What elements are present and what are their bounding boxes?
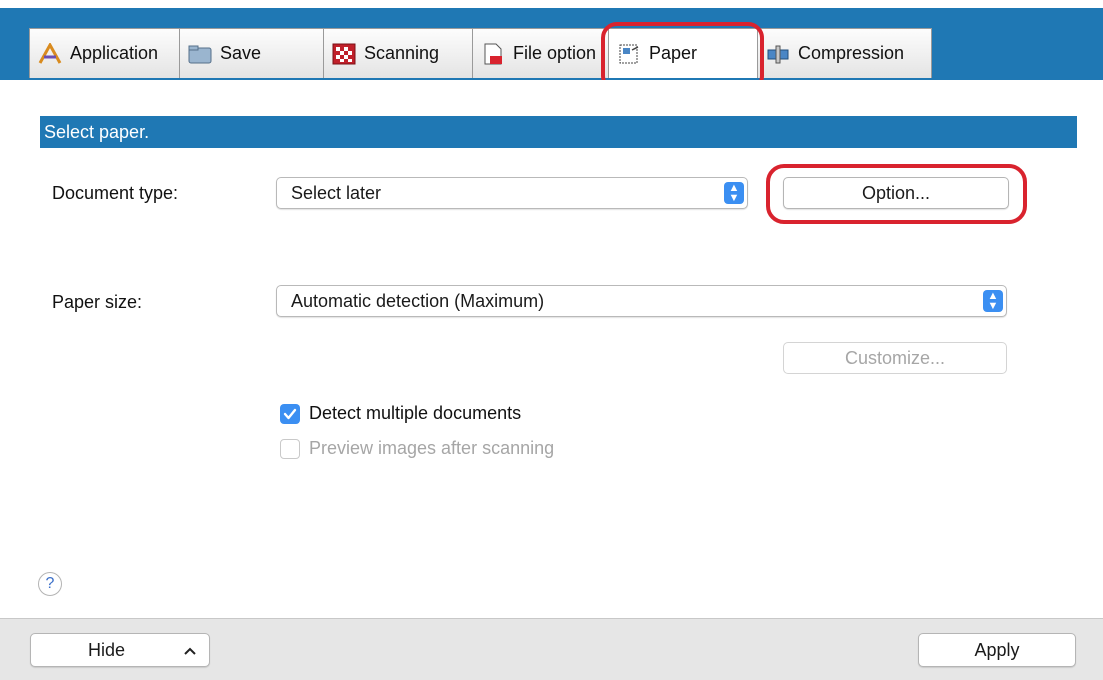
document-type-label: Document type: [52, 183, 179, 203]
pdf-file-icon [481, 43, 505, 65]
tab-file-option[interactable]: File option [472, 28, 609, 78]
application-icon [38, 41, 62, 65]
section-header: Select paper. [40, 116, 1077, 148]
document-type-value: Select later [291, 183, 382, 203]
option-button[interactable]: Option... [783, 177, 1009, 209]
paper-size-label: Paper size: [52, 292, 143, 312]
tab-application[interactable]: Application [29, 28, 180, 78]
folder-icon [188, 43, 212, 65]
tab-label: Paper [649, 43, 698, 63]
help-button[interactable]: ? [38, 572, 62, 596]
preview-images-label: Preview images after scanning [309, 438, 555, 458]
chevron-updown-icon: ▲ ▼ [983, 290, 1003, 312]
help-icon: ? [45, 575, 55, 592]
hide-button[interactable]: Hide [30, 633, 210, 667]
hide-button-label: Hide [88, 640, 126, 660]
customize-button[interactable]: Customize... [783, 342, 1007, 374]
tab-label: Save [220, 43, 262, 63]
tab-label: Scanning [364, 43, 440, 63]
tab-save[interactable]: Save [179, 28, 324, 78]
document-type-select[interactable]: Select later ▲ ▼ [276, 177, 748, 209]
tab-paper[interactable]: Paper [608, 28, 758, 78]
paper-size-select[interactable]: Automatic detection (Maximum) ▲ ▼ [276, 285, 1007, 317]
apply-button[interactable]: Apply [918, 633, 1076, 667]
paper-size-value: Automatic detection (Maximum) [291, 291, 545, 311]
tab-scanning[interactable]: Scanning [323, 28, 473, 78]
tab-compression[interactable]: Compression [757, 28, 932, 78]
compression-icon [766, 43, 790, 65]
tab-label: File option [513, 43, 597, 63]
chevron-updown-icon: ▲ ▼ [724, 182, 744, 204]
detect-multiple-label: Detect multiple documents [309, 403, 522, 423]
checkmark-icon [283, 408, 297, 420]
tab-label: Compression [798, 43, 905, 63]
detect-multiple-checkbox[interactable] [280, 404, 300, 424]
top-strip [0, 0, 1103, 8]
tab-label: Application [70, 43, 159, 63]
preview-images-checkbox[interactable] [280, 439, 300, 459]
scanning-icon [332, 43, 356, 65]
chevron-up-icon [184, 647, 196, 655]
paper-icon [617, 43, 641, 65]
